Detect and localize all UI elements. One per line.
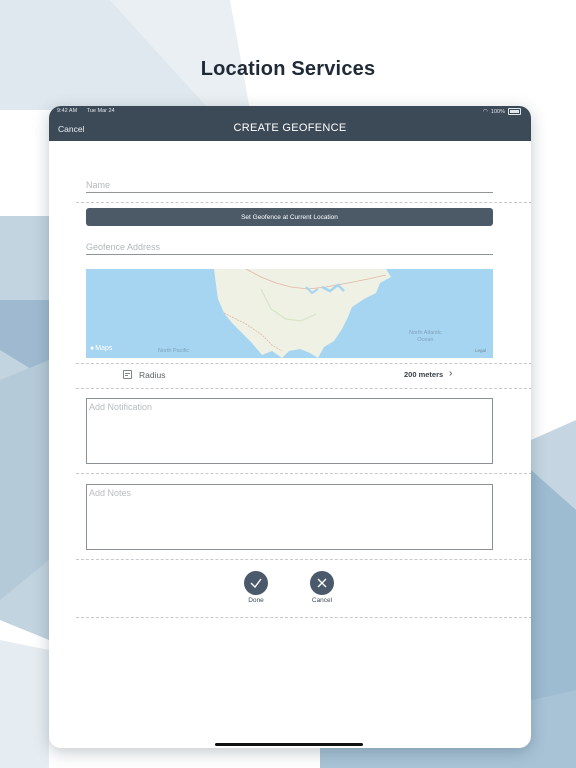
name-field[interactable]: Name — [86, 180, 110, 190]
divider — [76, 363, 531, 364]
home-indicator[interactable] — [215, 743, 363, 746]
radius-value: 200 meters — [404, 370, 444, 379]
wifi-icon: ◠ — [482, 109, 488, 115]
checkmark-icon — [250, 578, 262, 589]
radius-row[interactable]: Radius 200 meters › — [49, 366, 531, 384]
cancel-circle — [310, 571, 334, 595]
promo-title: Location Services — [200, 58, 376, 80]
status-time: 9:42 AM — [57, 108, 78, 114]
map-view[interactable]: ● Maps North Pacific North Atlantic Ocea… — [86, 269, 493, 358]
geofence-form: Name Set Geofence at Current Location Ge… — [49, 141, 531, 748]
done-button[interactable]: Done — [231, 571, 281, 604]
divider — [76, 388, 531, 389]
status-bar-left: 9:42 AM Tue Mar 24 — [57, 108, 115, 114]
close-icon — [317, 578, 327, 588]
map-land — [214, 269, 391, 358]
cancel-button[interactable]: Cancel — [297, 571, 347, 604]
page-title: CREATE GEOFENCE — [233, 122, 347, 134]
divider — [76, 559, 531, 560]
notes-textarea[interactable]: Add Notes — [86, 484, 493, 550]
radius-icon — [123, 370, 132, 379]
notification-textarea[interactable]: Add Notification — [86, 398, 493, 464]
apple-icon: ● — [90, 345, 95, 352]
maps-attribution: ● Maps — [90, 345, 113, 352]
done-circle — [244, 571, 268, 595]
divider — [76, 473, 531, 474]
cancel-label: Cancel — [311, 597, 333, 604]
map-label-atlantic: North Atlantic Ocean — [409, 330, 442, 343]
navigation-bar: 9:42 AM Tue Mar 24 ◠ 100% Cancel CREATE … — [49, 106, 531, 141]
device-screen: 9:42 AM Tue Mar 24 ◠ 100% Cancel CREATE … — [49, 106, 531, 748]
divider — [76, 617, 531, 618]
map-label-pacific: North Pacific — [158, 348, 190, 354]
divider — [76, 202, 531, 203]
notes-placeholder: Add Notes — [89, 488, 132, 498]
geofence-address-field[interactable]: Geofence Address — [86, 242, 160, 252]
battery-icon — [508, 108, 521, 115]
notification-placeholder: Add Notification — [89, 402, 153, 412]
battery-percent: 100% — [490, 108, 505, 115]
status-bar-right: ◠ 100% — [483, 108, 521, 115]
map-legal-link[interactable]: Legal — [475, 348, 486, 353]
name-underline — [86, 192, 493, 193]
status-date: Tue Mar 24 — [86, 108, 115, 114]
done-label: Done — [248, 597, 264, 604]
radius-label: Radius — [139, 370, 166, 380]
chevron-right-icon: › — [449, 368, 453, 379]
set-current-location-button[interactable]: Set Geofence at Current Location — [86, 208, 493, 226]
address-underline — [86, 254, 493, 255]
